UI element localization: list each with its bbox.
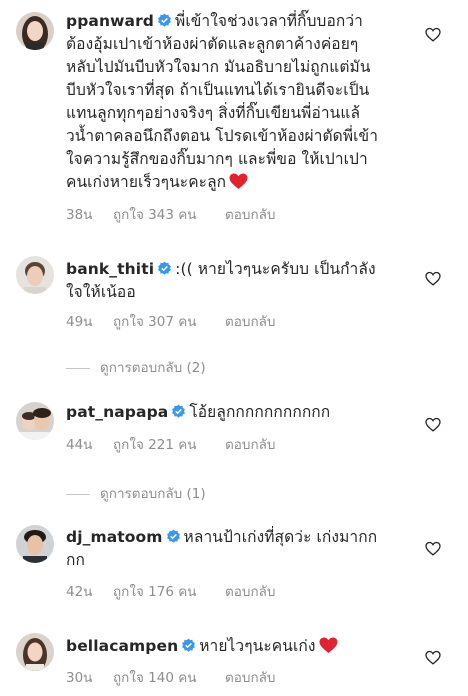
reply-button[interactable]: ตอบกลับ <box>225 433 275 455</box>
verified-badge-icon <box>158 261 172 275</box>
comment-meta: 49น ถูกใจ 307 คน ตอบกลับ <box>66 310 275 332</box>
avatar[interactable] <box>16 402 54 440</box>
like-count-button[interactable]: ถูกใจ 176 คน <box>113 580 225 602</box>
view-replies-label: ดูการตอบกลับ (2) <box>100 360 206 376</box>
comment-time: 30น <box>66 670 93 686</box>
red-heart-emoji-icon <box>319 637 337 654</box>
heart-outline-icon[interactable] <box>425 650 441 665</box>
comment-time: 44น <box>66 437 93 453</box>
username[interactable]: ppanward <box>66 12 154 30</box>
comment-line: ใจความรู้สึกของกิ๊บมากๆ และพี่ขอ ให้เปาเ… <box>66 150 368 168</box>
comment-line: โอ้ยลูกกกกกกกกกกก <box>189 403 331 421</box>
comment-line: คนเก่งหายเร็วๆนะคะลูก <box>66 173 227 191</box>
username[interactable]: bellacampen <box>66 637 178 655</box>
username[interactable]: dj_matoom <box>66 528 163 546</box>
comment-text: ppanward พี่เข้าใจช่วงเวลาที่กิ๊บบอกว่า ต… <box>66 10 416 194</box>
comment-line: พี่เข้าใจช่วงเวลาที่กิ๊บบอกว่า <box>175 12 363 30</box>
replies-divider <box>66 493 90 495</box>
comment-line: ใจให้เน้ออ <box>66 283 136 301</box>
username[interactable]: bank_thiti <box>66 260 154 278</box>
comment-line: :(( หายไวๆนะครับบ เป็นกำลัง <box>175 260 376 278</box>
verified-badge-icon <box>158 13 171 27</box>
red-heart-emoji-icon <box>229 173 248 190</box>
comment-time: 49น <box>66 314 93 330</box>
heart-outline-icon[interactable] <box>425 27 441 42</box>
avatar[interactable] <box>16 633 54 671</box>
avatar[interactable] <box>16 12 54 50</box>
comment-time: 42น <box>66 584 93 600</box>
replies-divider <box>66 367 90 369</box>
view-replies-button[interactable]: ดูการตอบกลับ (2) <box>66 356 206 378</box>
like-count-button[interactable]: ถูกใจ 140 คน <box>113 666 225 688</box>
reply-button[interactable]: ตอบกลับ <box>225 203 275 225</box>
comment-meta: 42น ถูกใจ 176 คน ตอบกลับ <box>66 580 275 602</box>
comment-text: dj_matoom หลานป้าเก่งที่สุดว่ะ เก่งมากก ก… <box>66 526 416 572</box>
reply-button[interactable]: ตอบกลับ <box>225 580 275 602</box>
like-count-button[interactable]: ถูกใจ 343 คน <box>113 203 225 225</box>
verified-badge-icon <box>166 529 180 543</box>
comment-time: 38น <box>66 207 93 223</box>
comment-text: pat_napapa โอ้ยลูกกกกกกกกกกก <box>66 401 416 424</box>
heart-outline-icon[interactable] <box>425 417 441 432</box>
comment-text: bellacampen หายไวๆนะคนเก่ง <box>66 635 416 658</box>
like-count-button[interactable]: ถูกใจ 307 คน <box>113 310 225 332</box>
avatar[interactable] <box>16 256 54 294</box>
verified-badge-icon <box>182 638 196 652</box>
heart-outline-icon[interactable] <box>425 271 441 286</box>
comment-line: วน้ำตาคลอนึกถึงตอน โปรดเข้าห้องผ่าตัดพี่… <box>66 127 379 145</box>
username[interactable]: pat_napapa <box>66 403 168 421</box>
comment-line: หลับไปมันบีบหัวใจมาก มันอธิบายไม่ถูกแต่ม… <box>66 58 371 76</box>
like-count-button[interactable]: ถูกใจ 221 คน <box>113 433 225 455</box>
view-replies-label: ดูการตอบกลับ (1) <box>100 486 206 502</box>
comment-line: แทนลูกทุกๆอย่างจริงๆ สิ่งที่กิ๊บเขียนพี่… <box>66 104 361 122</box>
reply-button[interactable]: ตอบกลับ <box>225 666 275 688</box>
comment-meta: 30น ถูกใจ 140 คน ตอบกลับ <box>66 666 275 688</box>
comment-line: ต้องอุ้มเปาเข้าห้องผ่าตัดและลูกตาค้างค่อ… <box>66 35 359 53</box>
comment-text: bank_thiti :(( หายไวๆนะครับบ เป็นกำลัง ใจ… <box>66 258 416 304</box>
comment-line: หายไวๆนะคนเก่ง <box>199 637 316 655</box>
verified-badge-icon <box>172 404 186 418</box>
comment-line: บีบหัวใจเราที่สุด ถ้าเป็นแทนได้เรายินดีจ… <box>66 81 370 99</box>
avatar[interactable] <box>16 525 54 563</box>
view-replies-button[interactable]: ดูการตอบกลับ (1) <box>66 482 206 504</box>
comment-meta: 38น ถูกใจ 343 คน ตอบกลับ <box>66 203 275 225</box>
comment-meta: 44น ถูกใจ 221 คน ตอบกลับ <box>66 433 275 455</box>
heart-outline-icon[interactable] <box>425 541 441 556</box>
reply-button[interactable]: ตอบกลับ <box>225 310 275 332</box>
comment-line: กก <box>66 551 85 569</box>
comment-line: หลานป้าเก่งที่สุดว่ะ เก่งมากก <box>183 528 378 546</box>
